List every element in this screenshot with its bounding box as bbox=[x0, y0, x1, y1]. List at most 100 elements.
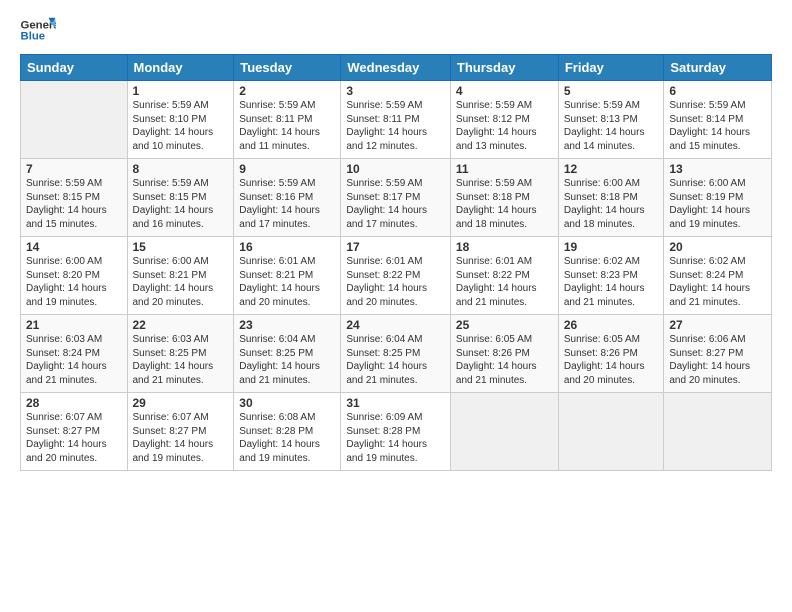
day-info: Sunrise: 5:59 AM Sunset: 8:11 PM Dayligh… bbox=[239, 99, 335, 153]
calendar-cell: 11Sunrise: 5:59 AM Sunset: 8:18 PM Dayli… bbox=[450, 159, 558, 237]
day-number: 24 bbox=[346, 318, 445, 332]
calendar-cell: 13Sunrise: 6:00 AM Sunset: 8:19 PM Dayli… bbox=[664, 159, 772, 237]
day-number: 12 bbox=[564, 162, 659, 176]
calendar-table: SundayMondayTuesdayWednesdayThursdayFrid… bbox=[20, 54, 772, 471]
calendar-cell: 1Sunrise: 5:59 AM Sunset: 8:10 PM Daylig… bbox=[127, 81, 234, 159]
day-info: Sunrise: 6:07 AM Sunset: 8:27 PM Dayligh… bbox=[26, 411, 122, 465]
day-number: 14 bbox=[26, 240, 122, 254]
week-row-2: 7Sunrise: 5:59 AM Sunset: 8:15 PM Daylig… bbox=[21, 159, 772, 237]
day-info: Sunrise: 5:59 AM Sunset: 8:15 PM Dayligh… bbox=[26, 177, 122, 231]
weekday-header-wednesday: Wednesday bbox=[341, 55, 451, 81]
calendar-cell: 8Sunrise: 5:59 AM Sunset: 8:15 PM Daylig… bbox=[127, 159, 234, 237]
day-number: 17 bbox=[346, 240, 445, 254]
day-info: Sunrise: 5:59 AM Sunset: 8:11 PM Dayligh… bbox=[346, 99, 445, 153]
day-number: 11 bbox=[456, 162, 553, 176]
day-number: 9 bbox=[239, 162, 335, 176]
day-info: Sunrise: 5:59 AM Sunset: 8:12 PM Dayligh… bbox=[456, 99, 553, 153]
calendar-cell bbox=[21, 81, 128, 159]
day-info: Sunrise: 6:05 AM Sunset: 8:26 PM Dayligh… bbox=[456, 333, 553, 387]
day-info: Sunrise: 6:02 AM Sunset: 8:23 PM Dayligh… bbox=[564, 255, 659, 309]
day-info: Sunrise: 6:05 AM Sunset: 8:26 PM Dayligh… bbox=[564, 333, 659, 387]
calendar-cell: 9Sunrise: 5:59 AM Sunset: 8:16 PM Daylig… bbox=[234, 159, 341, 237]
header: General Blue bbox=[20, 16, 772, 44]
day-info: Sunrise: 5:59 AM Sunset: 8:14 PM Dayligh… bbox=[669, 99, 766, 153]
day-number: 20 bbox=[669, 240, 766, 254]
weekday-header-thursday: Thursday bbox=[450, 55, 558, 81]
day-number: 26 bbox=[564, 318, 659, 332]
weekday-header-monday: Monday bbox=[127, 55, 234, 81]
svg-text:Blue: Blue bbox=[21, 31, 46, 43]
calendar-cell bbox=[450, 393, 558, 471]
calendar-cell: 20Sunrise: 6:02 AM Sunset: 8:24 PM Dayli… bbox=[664, 237, 772, 315]
day-number: 30 bbox=[239, 396, 335, 410]
day-number: 27 bbox=[669, 318, 766, 332]
calendar-cell bbox=[664, 393, 772, 471]
day-info: Sunrise: 6:04 AM Sunset: 8:25 PM Dayligh… bbox=[346, 333, 445, 387]
week-row-3: 14Sunrise: 6:00 AM Sunset: 8:20 PM Dayli… bbox=[21, 237, 772, 315]
calendar-cell: 3Sunrise: 5:59 AM Sunset: 8:11 PM Daylig… bbox=[341, 81, 451, 159]
day-info: Sunrise: 6:08 AM Sunset: 8:28 PM Dayligh… bbox=[239, 411, 335, 465]
day-number: 3 bbox=[346, 84, 445, 98]
day-number: 29 bbox=[133, 396, 229, 410]
calendar-cell: 5Sunrise: 5:59 AM Sunset: 8:13 PM Daylig… bbox=[558, 81, 664, 159]
calendar-cell: 19Sunrise: 6:02 AM Sunset: 8:23 PM Dayli… bbox=[558, 237, 664, 315]
calendar-cell: 24Sunrise: 6:04 AM Sunset: 8:25 PM Dayli… bbox=[341, 315, 451, 393]
day-number: 16 bbox=[239, 240, 335, 254]
weekday-header-tuesday: Tuesday bbox=[234, 55, 341, 81]
calendar-cell: 16Sunrise: 6:01 AM Sunset: 8:21 PM Dayli… bbox=[234, 237, 341, 315]
day-info: Sunrise: 6:00 AM Sunset: 8:21 PM Dayligh… bbox=[133, 255, 229, 309]
calendar-cell: 6Sunrise: 5:59 AM Sunset: 8:14 PM Daylig… bbox=[664, 81, 772, 159]
day-info: Sunrise: 5:59 AM Sunset: 8:10 PM Dayligh… bbox=[133, 99, 229, 153]
day-info: Sunrise: 5:59 AM Sunset: 8:16 PM Dayligh… bbox=[239, 177, 335, 231]
calendar-cell: 28Sunrise: 6:07 AM Sunset: 8:27 PM Dayli… bbox=[21, 393, 128, 471]
day-number: 23 bbox=[239, 318, 335, 332]
calendar-cell: 26Sunrise: 6:05 AM Sunset: 8:26 PM Dayli… bbox=[558, 315, 664, 393]
calendar-cell: 31Sunrise: 6:09 AM Sunset: 8:28 PM Dayli… bbox=[341, 393, 451, 471]
day-info: Sunrise: 6:03 AM Sunset: 8:25 PM Dayligh… bbox=[133, 333, 229, 387]
day-number: 15 bbox=[133, 240, 229, 254]
calendar-cell: 2Sunrise: 5:59 AM Sunset: 8:11 PM Daylig… bbox=[234, 81, 341, 159]
week-row-4: 21Sunrise: 6:03 AM Sunset: 8:24 PM Dayli… bbox=[21, 315, 772, 393]
day-info: Sunrise: 6:00 AM Sunset: 8:20 PM Dayligh… bbox=[26, 255, 122, 309]
day-number: 6 bbox=[669, 84, 766, 98]
day-number: 1 bbox=[133, 84, 229, 98]
day-number: 31 bbox=[346, 396, 445, 410]
day-info: Sunrise: 6:02 AM Sunset: 8:24 PM Dayligh… bbox=[669, 255, 766, 309]
calendar-cell: 29Sunrise: 6:07 AM Sunset: 8:27 PM Dayli… bbox=[127, 393, 234, 471]
weekday-header-saturday: Saturday bbox=[664, 55, 772, 81]
calendar-cell: 17Sunrise: 6:01 AM Sunset: 8:22 PM Dayli… bbox=[341, 237, 451, 315]
calendar-cell: 10Sunrise: 5:59 AM Sunset: 8:17 PM Dayli… bbox=[341, 159, 451, 237]
week-row-1: 1Sunrise: 5:59 AM Sunset: 8:10 PM Daylig… bbox=[21, 81, 772, 159]
day-number: 25 bbox=[456, 318, 553, 332]
day-info: Sunrise: 5:59 AM Sunset: 8:15 PM Dayligh… bbox=[133, 177, 229, 231]
page: General Blue SundayMondayTuesdayWednesda… bbox=[0, 0, 792, 612]
calendar-cell: 23Sunrise: 6:04 AM Sunset: 8:25 PM Dayli… bbox=[234, 315, 341, 393]
day-number: 4 bbox=[456, 84, 553, 98]
day-number: 21 bbox=[26, 318, 122, 332]
calendar-cell: 12Sunrise: 6:00 AM Sunset: 8:18 PM Dayli… bbox=[558, 159, 664, 237]
calendar-cell: 27Sunrise: 6:06 AM Sunset: 8:27 PM Dayli… bbox=[664, 315, 772, 393]
weekday-header-friday: Friday bbox=[558, 55, 664, 81]
day-number: 5 bbox=[564, 84, 659, 98]
day-number: 22 bbox=[133, 318, 229, 332]
day-number: 19 bbox=[564, 240, 659, 254]
day-info: Sunrise: 5:59 AM Sunset: 8:13 PM Dayligh… bbox=[564, 99, 659, 153]
calendar-cell: 22Sunrise: 6:03 AM Sunset: 8:25 PM Dayli… bbox=[127, 315, 234, 393]
day-number: 13 bbox=[669, 162, 766, 176]
weekday-header-sunday: Sunday bbox=[21, 55, 128, 81]
day-info: Sunrise: 6:07 AM Sunset: 8:27 PM Dayligh… bbox=[133, 411, 229, 465]
calendar-cell: 25Sunrise: 6:05 AM Sunset: 8:26 PM Dayli… bbox=[450, 315, 558, 393]
day-info: Sunrise: 6:00 AM Sunset: 8:18 PM Dayligh… bbox=[564, 177, 659, 231]
calendar-cell: 21Sunrise: 6:03 AM Sunset: 8:24 PM Dayli… bbox=[21, 315, 128, 393]
calendar-cell: 30Sunrise: 6:08 AM Sunset: 8:28 PM Dayli… bbox=[234, 393, 341, 471]
day-number: 8 bbox=[133, 162, 229, 176]
day-number: 2 bbox=[239, 84, 335, 98]
day-info: Sunrise: 5:59 AM Sunset: 8:17 PM Dayligh… bbox=[346, 177, 445, 231]
logo-icon: General Blue bbox=[20, 16, 56, 44]
day-info: Sunrise: 6:00 AM Sunset: 8:19 PM Dayligh… bbox=[669, 177, 766, 231]
calendar-cell: 14Sunrise: 6:00 AM Sunset: 8:20 PM Dayli… bbox=[21, 237, 128, 315]
day-info: Sunrise: 6:01 AM Sunset: 8:21 PM Dayligh… bbox=[239, 255, 335, 309]
day-info: Sunrise: 6:06 AM Sunset: 8:27 PM Dayligh… bbox=[669, 333, 766, 387]
logo: General Blue bbox=[20, 16, 56, 44]
day-info: Sunrise: 6:01 AM Sunset: 8:22 PM Dayligh… bbox=[346, 255, 445, 309]
